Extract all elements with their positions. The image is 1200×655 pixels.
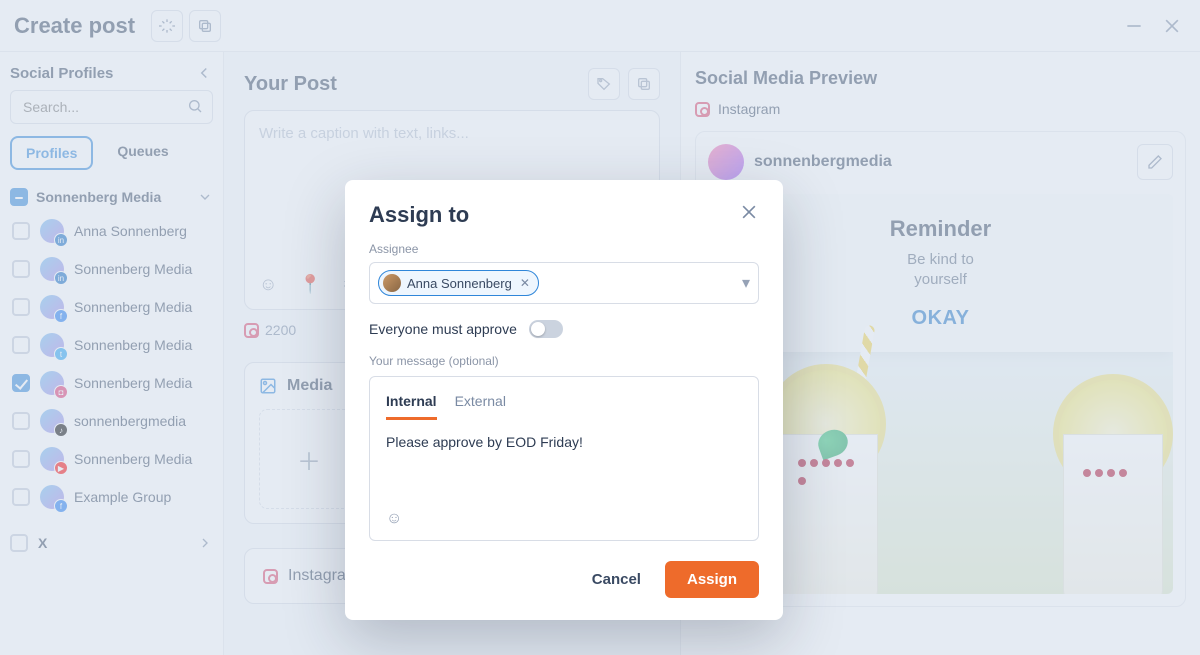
assignee-chip: Anna Sonnenberg ✕ bbox=[378, 270, 539, 296]
message-tab-internal[interactable]: Internal bbox=[386, 385, 437, 420]
assign-modal: Assign to Assignee Anna Sonnenberg ✕ ▾ E… bbox=[345, 180, 783, 620]
approve-toggle-label: Everyone must approve bbox=[369, 321, 517, 337]
emoji-icon[interactable]: ☺ bbox=[386, 510, 402, 527]
chip-avatar bbox=[383, 274, 401, 292]
chip-name: Anna Sonnenberg bbox=[407, 276, 512, 291]
message-tab-external[interactable]: External bbox=[455, 385, 506, 420]
modal-close-button[interactable] bbox=[739, 202, 759, 222]
assign-button[interactable]: Assign bbox=[665, 561, 759, 598]
cancel-button[interactable]: Cancel bbox=[586, 561, 647, 598]
modal-title: Assign to bbox=[369, 202, 469, 228]
message-box: Internal External Please approve by EOD … bbox=[369, 376, 759, 541]
assignee-label: Assignee bbox=[369, 242, 759, 256]
chip-remove-button[interactable]: ✕ bbox=[520, 276, 530, 290]
message-textarea[interactable]: Please approve by EOD Friday! bbox=[370, 420, 758, 510]
approve-toggle[interactable] bbox=[529, 320, 563, 338]
close-icon bbox=[739, 202, 759, 222]
message-label: Your message (optional) bbox=[369, 354, 759, 368]
assignee-select[interactable]: Anna Sonnenberg ✕ ▾ bbox=[369, 262, 759, 304]
chevron-down-icon: ▾ bbox=[742, 273, 750, 293]
